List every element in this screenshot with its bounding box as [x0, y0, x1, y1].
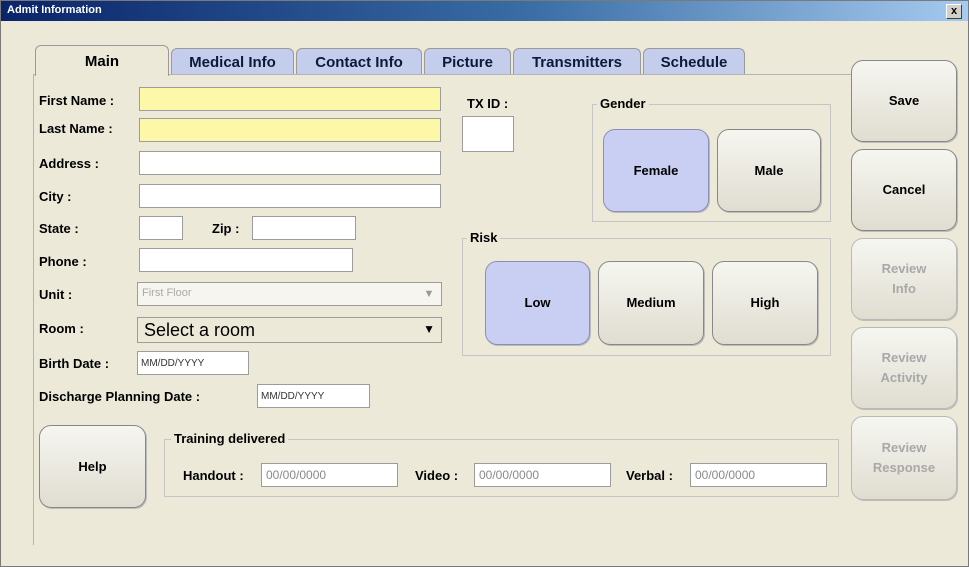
first-name-input[interactable] [139, 87, 441, 111]
review-activity-button[interactable]: Review Activity [851, 327, 957, 409]
save-button[interactable]: Save [851, 60, 957, 142]
tab-medical-info[interactable]: Medical Info [171, 48, 294, 74]
last-name-input[interactable] [139, 118, 441, 142]
phone-input[interactable] [139, 248, 353, 272]
close-button[interactable]: x [946, 4, 962, 19]
txid-label: TX ID : [467, 96, 509, 111]
risk-high-button[interactable]: High [712, 261, 818, 345]
discharge-date-label: Discharge Planning Date : [39, 389, 201, 404]
review-activity-line2: Activity [880, 370, 928, 385]
gender-female-button[interactable]: Female [603, 129, 709, 212]
handout-input[interactable]: 00/00/0000 [261, 463, 398, 487]
training-label: Training delivered [171, 431, 289, 446]
unit-label: Unit : [39, 287, 73, 302]
review-response-line1: Review [881, 440, 927, 455]
discharge-date-input[interactable]: MM/DD/YYYY [257, 384, 370, 408]
verbal-label: Verbal : [626, 468, 673, 483]
tab-main[interactable]: Main [35, 45, 169, 76]
zip-label: Zip : [212, 221, 240, 236]
phone-label: Phone : [39, 254, 87, 269]
room-label: Room : [39, 321, 84, 336]
video-input[interactable]: 00/00/0000 [474, 463, 611, 487]
chevron-down-icon: ▼ [423, 322, 435, 336]
unit-value: First Floor [142, 287, 192, 299]
review-response-button[interactable]: Review Response [851, 416, 957, 500]
handout-label: Handout : [183, 468, 244, 483]
video-label: Video : [415, 468, 459, 483]
birth-date-input[interactable]: MM/DD/YYYY [137, 351, 249, 375]
chevron-down-icon: ▼ [423, 288, 435, 300]
city-input[interactable] [139, 184, 441, 208]
txid-input[interactable] [462, 116, 514, 152]
first-name-label: First Name : [39, 93, 115, 108]
state-label: State : [39, 221, 79, 236]
review-info-line2: Info [892, 281, 916, 296]
tab-transmitters[interactable]: Transmitters [513, 48, 641, 74]
gender-male-button[interactable]: Male [717, 129, 821, 212]
risk-label: Risk [467, 230, 501, 245]
review-info-line1: Review [881, 261, 927, 276]
cancel-button[interactable]: Cancel [851, 149, 957, 231]
risk-medium-button[interactable]: Medium [598, 261, 704, 345]
birth-date-label: Birth Date : [39, 356, 110, 371]
window-title: Admit Information [7, 4, 102, 16]
review-response-line2: Response [872, 460, 936, 475]
gender-label: Gender [597, 96, 649, 111]
state-input[interactable] [139, 216, 183, 240]
address-input[interactable] [139, 151, 441, 175]
tab-picture[interactable]: Picture [424, 48, 511, 74]
tab-contact-info[interactable]: Contact Info [296, 48, 422, 74]
city-label: City : [39, 189, 72, 204]
last-name-label: Last Name : [39, 121, 113, 136]
address-label: Address : [39, 156, 99, 171]
title-bar: Admit Information x [1, 1, 968, 21]
admit-window: Admit Information x Main Medical Info Co… [0, 0, 969, 567]
review-info-button[interactable]: Review Info [851, 238, 957, 320]
review-activity-line1: Review [881, 350, 927, 365]
help-button[interactable]: Help [39, 425, 146, 508]
tab-schedule[interactable]: Schedule [643, 48, 745, 74]
unit-select[interactable]: First Floor ▼ [137, 282, 442, 306]
room-value: Select a room [144, 320, 256, 340]
zip-input[interactable] [252, 216, 356, 240]
room-select[interactable]: Select a room ▼ [137, 317, 442, 343]
risk-low-button[interactable]: Low [485, 261, 590, 345]
verbal-input[interactable]: 00/00/0000 [690, 463, 827, 487]
